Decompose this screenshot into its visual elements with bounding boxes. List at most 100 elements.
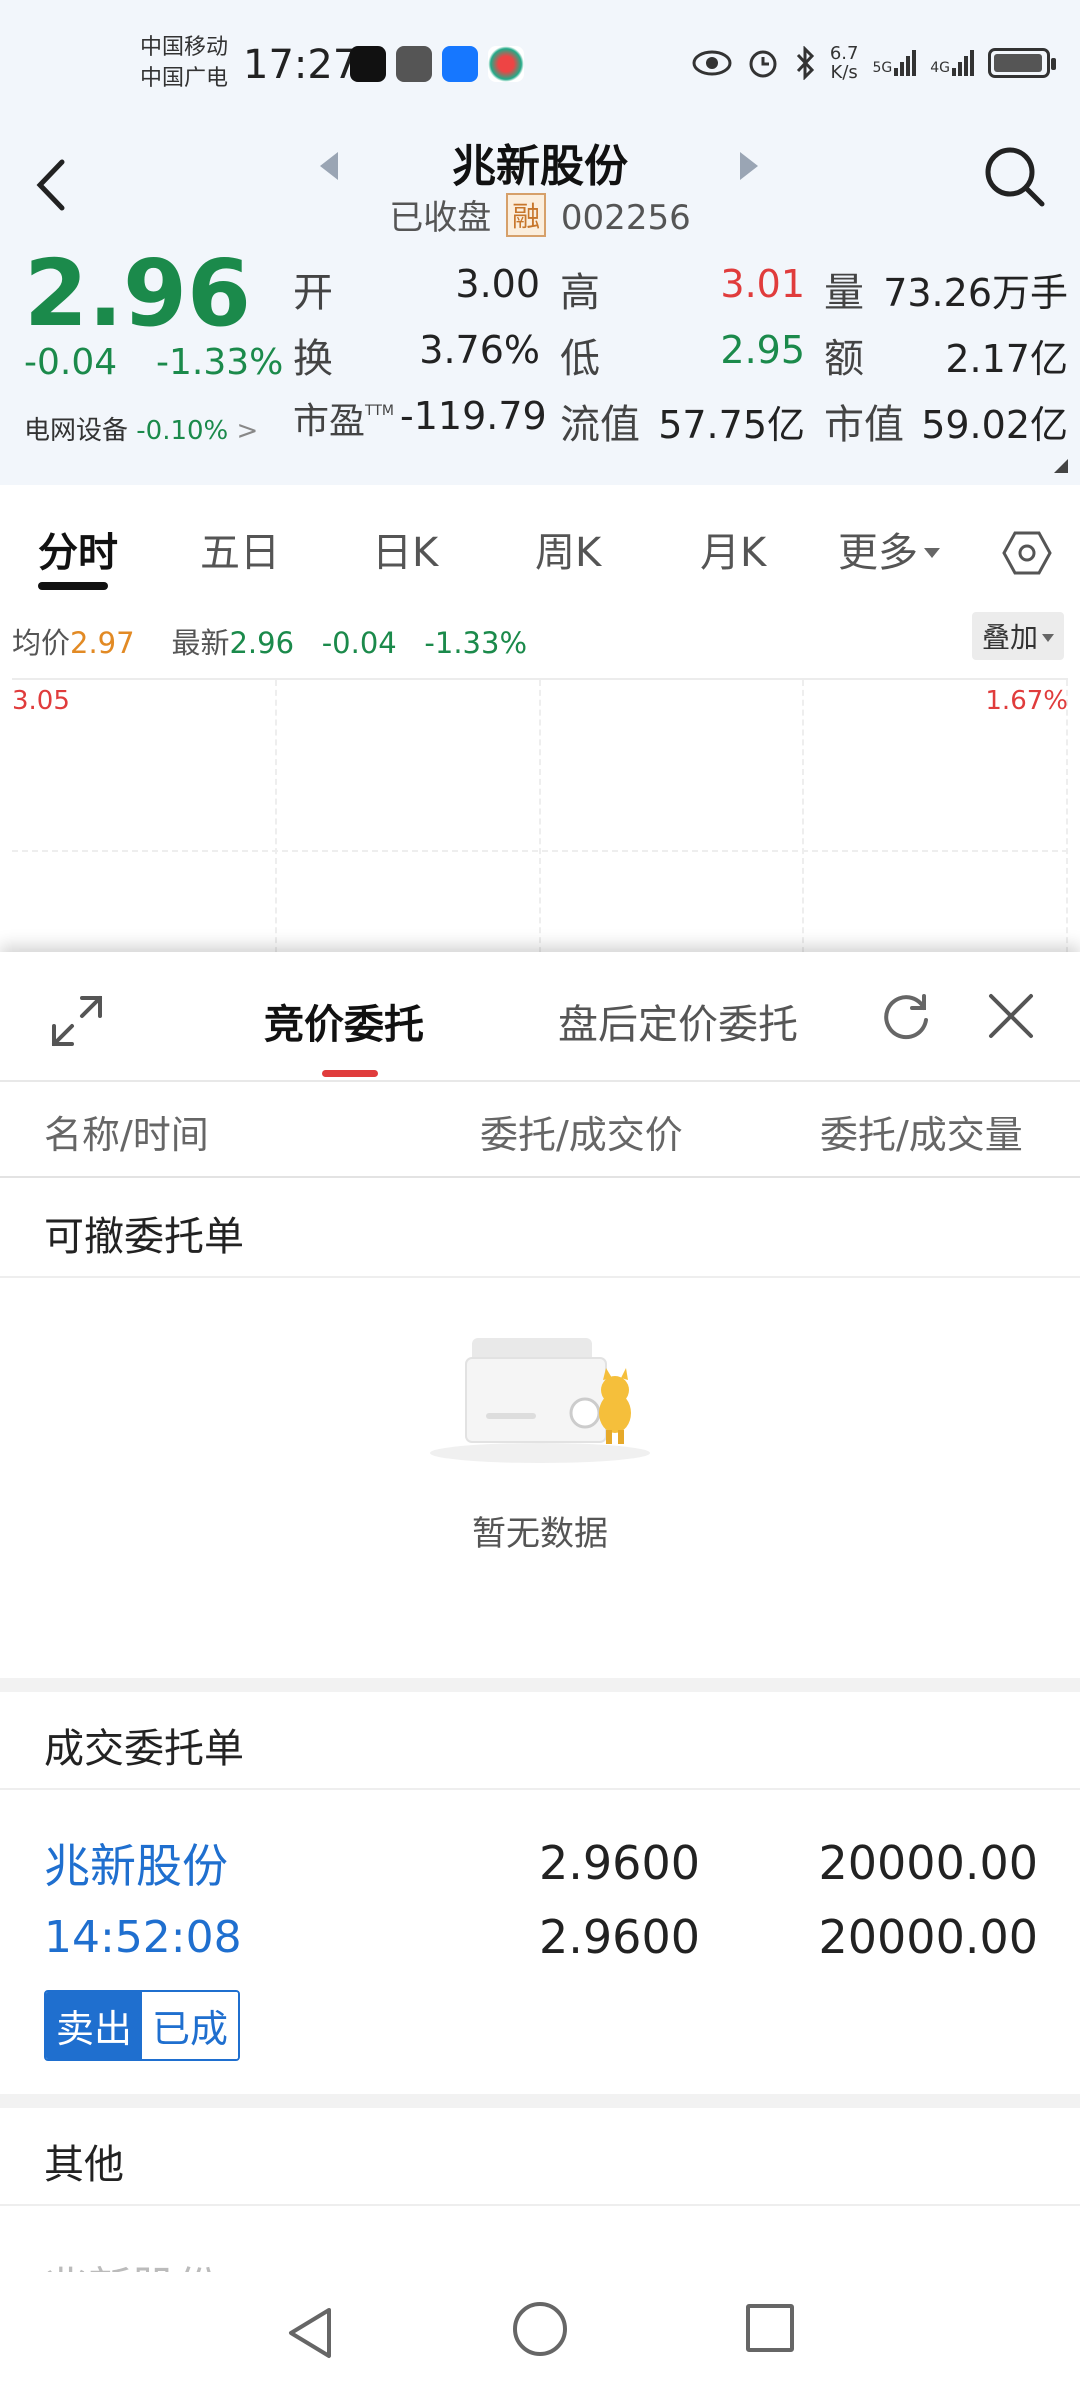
empty-state: 暂无数据 bbox=[0, 1278, 1080, 1638]
signal-4g-label: 4G bbox=[930, 60, 950, 76]
sector-name: 电网设备 bbox=[24, 416, 129, 446]
market-cap-value: 59.02亿 bbox=[921, 403, 1068, 447]
state-badge: 已成 bbox=[142, 1992, 239, 2059]
float-cap-label: 流值 bbox=[560, 402, 640, 448]
tab-five-day[interactable]: 五日 bbox=[200, 520, 280, 578]
section-divider bbox=[0, 1678, 1080, 1692]
avg-value: 2.97 bbox=[70, 626, 135, 660]
stock-name: 兆新股份 bbox=[452, 141, 628, 192]
net-speed-unit: K/s bbox=[830, 62, 858, 83]
tab-auction-order[interactable]: 竞价委托 bbox=[264, 992, 424, 1050]
status-right: 6.7 K/s 5G 4G bbox=[692, 43, 1056, 83]
pe-sup: TTM bbox=[365, 403, 394, 419]
nav-home-icon[interactable] bbox=[513, 2302, 567, 2356]
empty-folder-illustration bbox=[430, 1338, 650, 1463]
y-axis-top-pct: 1.67% bbox=[985, 686, 1068, 716]
capcut-icon bbox=[350, 46, 386, 82]
latest-value: 2.96 bbox=[229, 626, 295, 660]
overlay-button[interactable]: 叠加 bbox=[971, 612, 1064, 660]
price-change-pct: -1.33% bbox=[156, 342, 284, 383]
signal-5g-label: 5G bbox=[872, 60, 893, 76]
pe-label: 市盈TTM bbox=[293, 392, 394, 444]
price-change: -0.04 bbox=[24, 342, 118, 383]
sector-pct: -0.10% bbox=[136, 416, 229, 446]
grid-line bbox=[275, 680, 277, 953]
tab-daily-k[interactable]: 日K bbox=[372, 520, 438, 578]
high-label: 高 bbox=[560, 270, 600, 316]
float-cap-value: 57.75亿 bbox=[658, 403, 805, 447]
carrier-2: 中国广电 bbox=[140, 66, 229, 91]
pe-value: -119.79 bbox=[400, 394, 547, 438]
latest-change: -0.04 bbox=[321, 626, 397, 660]
deal-price: 2.9600 bbox=[539, 1910, 700, 1964]
latest-change-pct: -1.33% bbox=[424, 626, 528, 660]
order-price: 2.9600 bbox=[539, 1836, 700, 1890]
caret-down-icon bbox=[924, 548, 940, 558]
settings-hex-icon[interactable] bbox=[1002, 528, 1052, 578]
caret-down-icon bbox=[1042, 634, 1054, 642]
amount-label: 额 bbox=[824, 336, 864, 382]
volume-label: 量 bbox=[824, 270, 864, 316]
low-value: 2.95 bbox=[720, 328, 805, 372]
tab-after-hours-order[interactable]: 盘后定价委托 bbox=[558, 992, 798, 1050]
chart-tabs: 分时 五日 日K 周K 月K 更多 bbox=[0, 490, 1080, 600]
nav-recents-icon[interactable] bbox=[746, 2304, 794, 2352]
next-stock-icon[interactable] bbox=[740, 152, 758, 180]
col-name-time: 名称/时间 bbox=[44, 1113, 209, 1157]
close-icon[interactable] bbox=[985, 990, 1037, 1042]
dingtalk-icon bbox=[442, 46, 478, 82]
net-speed-value: 6.7 bbox=[829, 43, 859, 64]
tab-more[interactable]: 更多 bbox=[838, 520, 940, 578]
sheet-header: 竞价委托 盘后定价委托 bbox=[0, 952, 1080, 1082]
col-qty: 委托/成交量 bbox=[820, 1113, 1023, 1157]
grid-line bbox=[802, 680, 804, 953]
amount-value: 2.17亿 bbox=[945, 337, 1068, 381]
order-badges: 卖出 已成 bbox=[44, 1990, 241, 2061]
expand-corner-icon[interactable] bbox=[1054, 459, 1068, 473]
col-price: 委托/成交价 bbox=[480, 1113, 683, 1157]
tab-intraday[interactable]: 分时 bbox=[38, 520, 118, 578]
volume-value: 73.26万手 bbox=[883, 271, 1068, 315]
market-cap-label: 市值 bbox=[824, 402, 904, 448]
tab-monthly-k[interactable]: 月K bbox=[700, 520, 766, 578]
side-badge: 卖出 bbox=[46, 1992, 143, 2059]
search-icon[interactable] bbox=[980, 142, 1050, 212]
cancelable-section-title: 可撤委托单 bbox=[0, 1180, 1080, 1278]
margin-badge: 融 bbox=[506, 193, 547, 237]
grid-line bbox=[12, 850, 1068, 852]
stock-subtitle: 已收盘 融 002256 bbox=[0, 190, 1080, 239]
status-time: 17:27 bbox=[243, 42, 359, 88]
order-qty: 20000.00 bbox=[818, 1836, 1039, 1890]
column-header: 名称/时间 委托/成交价 委托/成交量 bbox=[0, 1082, 1080, 1178]
intraday-chart[interactable]: 3.05 1.67% bbox=[12, 678, 1068, 953]
grid-line bbox=[539, 680, 541, 953]
last-price: 2.96 bbox=[24, 240, 251, 347]
expand-icon[interactable] bbox=[50, 994, 104, 1048]
tab-more-label: 更多 bbox=[838, 530, 918, 576]
alarm-icon bbox=[749, 50, 777, 78]
battery-icon bbox=[988, 48, 1056, 78]
sector-link[interactable]: 电网设备 -0.10% > bbox=[24, 410, 258, 447]
carrier-1: 中国移动 bbox=[140, 35, 229, 60]
hand-icon bbox=[396, 46, 432, 82]
deal-qty: 20000.00 bbox=[818, 1910, 1039, 1964]
section-divider bbox=[0, 2094, 1080, 2108]
refresh-icon[interactable] bbox=[878, 988, 934, 1044]
notification-icons bbox=[350, 46, 524, 82]
tab-weekly-k[interactable]: 周K bbox=[535, 520, 601, 578]
other-section-title: 其他 bbox=[0, 2108, 1080, 2206]
turnover-label: 换 bbox=[293, 336, 333, 382]
open-label: 开 bbox=[293, 270, 333, 316]
other-row-name[interactable]: 兆新股份 bbox=[44, 2252, 220, 2272]
intraday-summary: 均价2.97 最新2.96 -0.04 -1.33% bbox=[12, 620, 527, 662]
nav-back-icon[interactable] bbox=[283, 2304, 337, 2362]
order-stock-name: 兆新股份 bbox=[44, 1839, 228, 1893]
order-time: 14:52:08 bbox=[44, 1912, 242, 1963]
signal-4g-icon: 4G bbox=[930, 50, 974, 76]
empty-text: 暂无数据 bbox=[472, 1514, 608, 1554]
status-bar: 中国移动 中国广电 17:27 6.7 K/s 5G 4G bbox=[0, 0, 1080, 130]
latest-label: 最新 bbox=[171, 626, 230, 660]
quote-panel: 2.96 -0.04 -1.33% 电网设备 -0.10% > 开 3.00 高… bbox=[0, 240, 1080, 485]
avg-label: 均价 bbox=[12, 626, 71, 660]
y-axis-top-price: 3.05 bbox=[12, 686, 70, 716]
